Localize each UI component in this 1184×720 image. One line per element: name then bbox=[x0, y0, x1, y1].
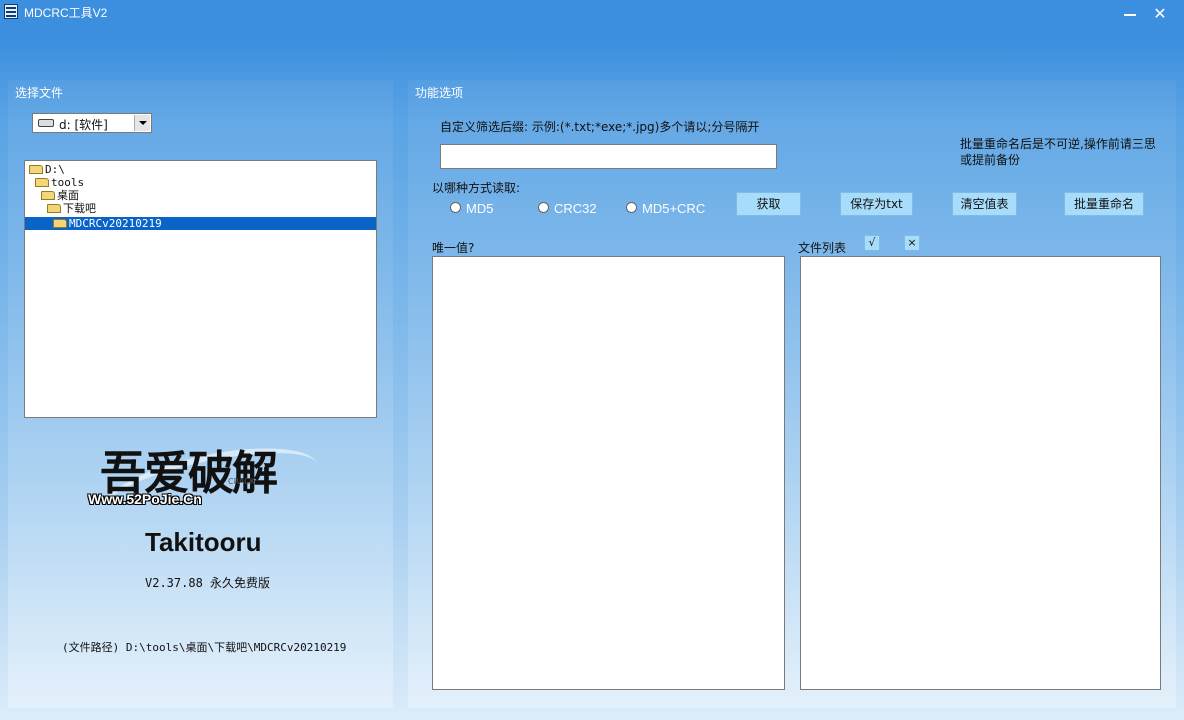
select-file-title: 选择文件 bbox=[15, 86, 64, 100]
folder-open-icon bbox=[53, 219, 67, 228]
tree-item-label: 桌面 bbox=[57, 189, 79, 202]
version-text: V2.37.88 永久免费版 bbox=[145, 576, 271, 590]
file-list-box[interactable] bbox=[800, 256, 1161, 690]
tree-item-tools[interactable]: tools bbox=[35, 176, 84, 189]
author-name: Takitooru bbox=[145, 527, 262, 557]
tree-item-selected[interactable]: MDCRCv20210219 bbox=[25, 217, 376, 230]
radio-label: MD5+CRC bbox=[642, 201, 706, 216]
radio-icon[interactable] bbox=[626, 202, 637, 213]
tree-item-desktop[interactable]: 桌面 bbox=[41, 189, 79, 202]
filter-input[interactable] bbox=[440, 144, 777, 169]
folder-open-icon bbox=[47, 204, 61, 213]
radio-md5[interactable]: MD5 bbox=[450, 201, 510, 216]
fetch-button[interactable]: 获取 bbox=[736, 192, 801, 216]
read-mode-label: 以哪种方式读取: bbox=[432, 181, 521, 195]
tree-item-root[interactable]: D:\ bbox=[29, 163, 65, 176]
tree-item-label: D:\ bbox=[45, 163, 65, 176]
clear-list-button[interactable]: × bbox=[904, 235, 920, 251]
radio-icon[interactable] bbox=[450, 202, 461, 213]
unique-values-box[interactable] bbox=[432, 256, 785, 690]
minimize-button[interactable] bbox=[1118, 4, 1142, 24]
radio-label: CRC32 bbox=[554, 201, 597, 216]
filter-label: 自定义筛选后缀: 示例:(*.txt;*exe;*.jpg)多个请以;分号隔开 bbox=[440, 120, 760, 134]
drive-icon bbox=[38, 119, 54, 127]
clear-values-button[interactable]: 清空值表 bbox=[952, 192, 1017, 216]
logo: 吾爱破解 CRACK Www.52PoJie.Cn bbox=[80, 432, 325, 544]
radio-crc32[interactable]: CRC32 bbox=[538, 201, 608, 216]
tree-item-downloads[interactable]: 下载吧 bbox=[47, 202, 96, 215]
folder-tree[interactable]: D:\ tools 桌面 下载吧 MDCRCv20210219 bbox=[24, 160, 377, 418]
window-title: MDCRC工具V2 bbox=[24, 6, 108, 20]
batch-rename-button[interactable]: 批量重命名 bbox=[1064, 192, 1144, 216]
tree-item-label: tools bbox=[51, 176, 85, 189]
minimize-icon bbox=[1124, 14, 1136, 16]
radio-md5-crc[interactable]: MD5+CRC bbox=[626, 201, 716, 216]
drive-select-value: d: [软件] bbox=[59, 118, 108, 132]
chevron-down-icon[interactable] bbox=[134, 115, 150, 131]
radio-icon[interactable] bbox=[538, 202, 549, 213]
check-all-button[interactable]: √ bbox=[864, 235, 880, 251]
file-path: (文件路径) D:\tools\桌面\下载吧\MDCRCv20210219 bbox=[62, 641, 347, 654]
tree-item-label: MDCRCv20210219 bbox=[69, 217, 162, 230]
folder-open-icon bbox=[41, 191, 55, 200]
logo-url: Www.52PoJie.Cn bbox=[88, 491, 202, 507]
folder-open-icon bbox=[35, 178, 49, 187]
save-txt-button[interactable]: 保存为txt bbox=[840, 192, 913, 216]
unique-values-label: 唯一值? bbox=[432, 241, 475, 255]
logo-crack-text: CRACK bbox=[228, 477, 255, 486]
tree-item-label: 下载吧 bbox=[63, 202, 96, 215]
folder-open-icon bbox=[29, 165, 43, 174]
drive-select[interactable]: d: [软件] bbox=[32, 113, 152, 133]
function-options-title: 功能选项 bbox=[415, 86, 464, 100]
file-list-label: 文件列表 bbox=[798, 241, 847, 255]
app-icon bbox=[4, 4, 18, 19]
radio-label: MD5 bbox=[466, 201, 494, 216]
title-bar: MDCRC工具V2 ✕ bbox=[0, 0, 1184, 28]
close-button[interactable]: ✕ bbox=[1148, 4, 1172, 24]
rename-warning: 批量重命名后是不可逆,操作前请三思或提前备份 bbox=[960, 137, 1156, 167]
